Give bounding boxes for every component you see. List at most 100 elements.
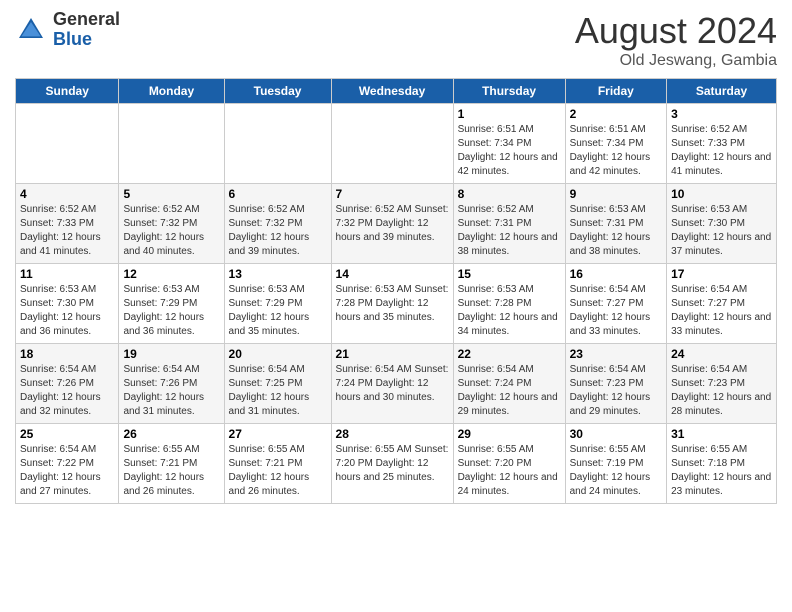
- day-number: 29: [458, 427, 561, 441]
- calendar-cell: 10 Sunrise: 6:53 AM Sunset: 7:30 PM Dayli…: [667, 184, 777, 264]
- day-info: Sunrise: 6:52 AM Sunset: 7:33 PM Dayligh…: [671, 123, 772, 179]
- day-info: Sunrise: 6:52 AM Sunset: 7:31 PM Dayligh…: [458, 203, 561, 259]
- calendar-cell: 21Sunrise: 6:54 AM Sunset: 7:24 PM Dayli…: [331, 344, 453, 424]
- day-info: Sunrise: 6:55 AM Sunset: 7:21 PM Dayligh…: [229, 443, 327, 499]
- logo-text: General Blue: [53, 10, 120, 50]
- calendar-cell: 17 Sunrise: 6:54 AM Sunset: 7:27 PM Dayli…: [667, 264, 777, 344]
- day-info: Sunrise: 6:53 AM Sunset: 7:29 PM Dayligh…: [229, 283, 327, 339]
- day-number: 14: [336, 267, 449, 281]
- col-header-monday: Monday: [119, 79, 224, 104]
- calendar-cell: 13 Sunrise: 6:53 AM Sunset: 7:29 PM Dayli…: [224, 264, 331, 344]
- calendar-cell: 4Sunrise: 6:52 AM Sunset: 7:33 PM Daylig…: [16, 184, 119, 264]
- calendar-cell: 2Sunrise: 6:51 AM Sunset: 7:34 PM Daylig…: [565, 104, 667, 184]
- logo-blue-text: Blue: [53, 30, 120, 50]
- day-number: 23: [570, 347, 663, 361]
- week-row-4: 25 Sunrise: 6:54 AM Sunset: 7:22 PM Dayli…: [16, 424, 777, 504]
- day-number: 1: [458, 107, 561, 121]
- day-info: Sunrise: 6:52 AM Sunset: 7:32 PM Dayligh…: [123, 203, 219, 259]
- day-number: 11: [20, 267, 114, 281]
- day-number: 18: [20, 347, 114, 361]
- day-info: Sunrise: 6:51 AM Sunset: 7:34 PM Dayligh…: [458, 123, 561, 179]
- day-number: 15: [458, 267, 561, 281]
- day-number: 7: [336, 187, 449, 201]
- day-info: Sunrise: 6:53 AM Sunset: 7:31 PM Dayligh…: [570, 203, 663, 259]
- calendar-body: 1 Sunrise: 6:51 AM Sunset: 7:34 PM Daylig…: [16, 104, 777, 504]
- page-header: General Blue August 2024 Old Jeswang, Ga…: [15, 10, 777, 70]
- day-info: Sunrise: 6:53 AM Sunset: 7:29 PM Dayligh…: [123, 283, 219, 339]
- header-row: SundayMondayTuesdayWednesdayThursdayFrid…: [16, 79, 777, 104]
- day-number: 25: [20, 427, 114, 441]
- day-number: 10: [671, 187, 772, 201]
- day-info: Sunrise: 6:52 AM Sunset: 7:32 PM Dayligh…: [229, 203, 327, 259]
- calendar-cell: 26 Sunrise: 6:55 AM Sunset: 7:21 PM Dayli…: [119, 424, 224, 504]
- calendar-cell: 8 Sunrise: 6:52 AM Sunset: 7:31 PM Daylig…: [453, 184, 565, 264]
- day-info: Sunrise: 6:54 AM Sunset: 7:26 PM Dayligh…: [20, 363, 114, 419]
- day-info: Sunrise: 6:53 AM Sunset: 7:30 PM Dayligh…: [671, 203, 772, 259]
- day-number: 2: [570, 107, 663, 121]
- day-number: 20: [229, 347, 327, 361]
- col-header-saturday: Saturday: [667, 79, 777, 104]
- calendar-cell: 19Sunrise: 6:54 AM Sunset: 7:26 PM Dayli…: [119, 344, 224, 424]
- day-number: 5: [123, 187, 219, 201]
- calendar-cell: 16Sunrise: 6:54 AM Sunset: 7:27 PM Dayli…: [565, 264, 667, 344]
- day-info: Sunrise: 6:54 AM Sunset: 7:23 PM Dayligh…: [671, 363, 772, 419]
- day-number: 6: [229, 187, 327, 201]
- calendar-cell: 30 Sunrise: 6:55 AM Sunset: 7:19 PM Dayli…: [565, 424, 667, 504]
- calendar-cell: 18 Sunrise: 6:54 AM Sunset: 7:26 PM Dayli…: [16, 344, 119, 424]
- day-info: Sunrise: 6:55 AM Sunset: 7:21 PM Dayligh…: [123, 443, 219, 499]
- day-number: 24: [671, 347, 772, 361]
- logo: General Blue: [15, 10, 120, 50]
- week-row-3: 18 Sunrise: 6:54 AM Sunset: 7:26 PM Dayli…: [16, 344, 777, 424]
- calendar-cell: 3 Sunrise: 6:52 AM Sunset: 7:33 PM Daylig…: [667, 104, 777, 184]
- calendar-cell: 25 Sunrise: 6:54 AM Sunset: 7:22 PM Dayli…: [16, 424, 119, 504]
- day-info: Sunrise: 6:52 AM Sunset: 7:33 PM Dayligh…: [20, 203, 114, 259]
- col-header-tuesday: Tuesday: [224, 79, 331, 104]
- day-number: 8: [458, 187, 561, 201]
- calendar-cell: 11 Sunrise: 6:53 AM Sunset: 7:30 PM Dayli…: [16, 264, 119, 344]
- day-info: Sunrise: 6:55 AM Sunset: 7:20 PM Dayligh…: [336, 443, 449, 485]
- logo-general-text: General: [53, 10, 120, 30]
- subtitle: Old Jeswang, Gambia: [575, 52, 777, 70]
- day-info: Sunrise: 6:53 AM Sunset: 7:28 PM Dayligh…: [458, 283, 561, 339]
- day-info: Sunrise: 6:53 AM Sunset: 7:30 PM Dayligh…: [20, 283, 114, 339]
- calendar-cell: [16, 104, 119, 184]
- calendar-header: SundayMondayTuesdayWednesdayThursdayFrid…: [16, 79, 777, 104]
- day-info: Sunrise: 6:54 AM Sunset: 7:22 PM Dayligh…: [20, 443, 114, 499]
- main-title: August 2024: [575, 10, 777, 52]
- calendar-cell: 28Sunrise: 6:55 AM Sunset: 7:20 PM Dayli…: [331, 424, 453, 504]
- title-block: August 2024 Old Jeswang, Gambia: [575, 10, 777, 70]
- day-number: 13: [229, 267, 327, 281]
- day-number: 17: [671, 267, 772, 281]
- day-info: Sunrise: 6:54 AM Sunset: 7:27 PM Dayligh…: [671, 283, 772, 339]
- calendar-cell: [224, 104, 331, 184]
- calendar-cell: 6 Sunrise: 6:52 AM Sunset: 7:32 PM Daylig…: [224, 184, 331, 264]
- calendar-cell: 22Sunrise: 6:54 AM Sunset: 7:24 PM Dayli…: [453, 344, 565, 424]
- calendar-table: SundayMondayTuesdayWednesdayThursdayFrid…: [15, 78, 777, 504]
- day-number: 26: [123, 427, 219, 441]
- day-number: 3: [671, 107, 772, 121]
- day-info: Sunrise: 6:53 AM Sunset: 7:28 PM Dayligh…: [336, 283, 449, 325]
- day-info: Sunrise: 6:54 AM Sunset: 7:27 PM Dayligh…: [570, 283, 663, 339]
- col-header-sunday: Sunday: [16, 79, 119, 104]
- calendar-cell: 31Sunrise: 6:55 AM Sunset: 7:18 PM Dayli…: [667, 424, 777, 504]
- day-info: Sunrise: 6:55 AM Sunset: 7:19 PM Dayligh…: [570, 443, 663, 499]
- calendar-cell: 14 Sunrise: 6:53 AM Sunset: 7:28 PM Dayli…: [331, 264, 453, 344]
- day-number: 12: [123, 267, 219, 281]
- week-row-0: 1 Sunrise: 6:51 AM Sunset: 7:34 PM Daylig…: [16, 104, 777, 184]
- calendar-cell: [331, 104, 453, 184]
- calendar-cell: 23 Sunrise: 6:54 AM Sunset: 7:23 PM Dayli…: [565, 344, 667, 424]
- calendar-cell: 12 Sunrise: 6:53 AM Sunset: 7:29 PM Dayli…: [119, 264, 224, 344]
- col-header-friday: Friday: [565, 79, 667, 104]
- logo-icon: [15, 14, 47, 46]
- day-number: 9: [570, 187, 663, 201]
- calendar-cell: 20Sunrise: 6:54 AM Sunset: 7:25 PM Dayli…: [224, 344, 331, 424]
- day-number: 30: [570, 427, 663, 441]
- day-info: Sunrise: 6:52 AM Sunset: 7:32 PM Dayligh…: [336, 203, 449, 245]
- calendar-cell: 27Sunrise: 6:55 AM Sunset: 7:21 PM Dayli…: [224, 424, 331, 504]
- col-header-thursday: Thursday: [453, 79, 565, 104]
- day-info: Sunrise: 6:55 AM Sunset: 7:20 PM Dayligh…: [458, 443, 561, 499]
- day-info: Sunrise: 6:54 AM Sunset: 7:23 PM Dayligh…: [570, 363, 663, 419]
- day-info: Sunrise: 6:54 AM Sunset: 7:24 PM Dayligh…: [458, 363, 561, 419]
- calendar-cell: [119, 104, 224, 184]
- calendar-cell: 1 Sunrise: 6:51 AM Sunset: 7:34 PM Daylig…: [453, 104, 565, 184]
